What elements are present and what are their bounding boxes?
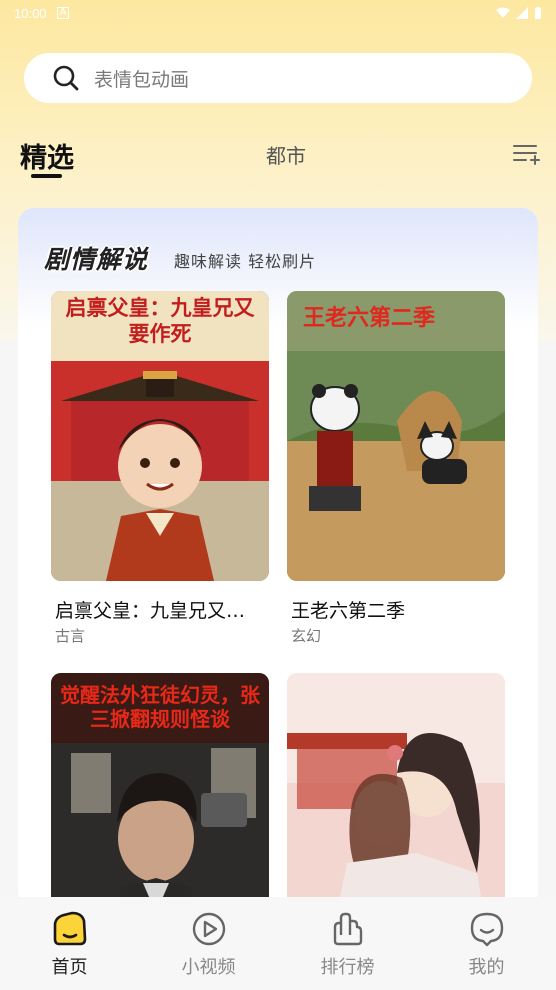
status-time: 10:00	[14, 5, 47, 21]
tab-urban[interactable]: 都市	[266, 140, 306, 169]
search-placeholder: 表情包动画	[94, 68, 190, 91]
profile-face-icon	[470, 912, 503, 947]
video-title: 王老六第二季	[291, 600, 406, 622]
nav-profile[interactable]: 我的	[417, 897, 556, 990]
nav-ranking[interactable]: 排行榜	[278, 897, 417, 990]
drama-commentary-section: 剧情解说 趣味解读 轻松刷片 启禀父皇：九皇兄又要作死 启禀父皇：九皇兄又… 古…	[18, 208, 538, 908]
battery-icon	[535, 6, 541, 19]
search-bar[interactable]: 表情包动画	[24, 53, 532, 103]
video-card[interactable]: 觉醒法外狂徒幻灵，张三掀翻规则怪谈	[51, 673, 269, 908]
video-card[interactable]: 启禀父皇：九皇兄又要作死 启禀父皇：九皇兄又… 古言	[51, 291, 269, 651]
nav-home-label: 首页	[51, 957, 88, 978]
video-card[interactable]	[287, 673, 505, 908]
tab-featured[interactable]: 精选	[20, 136, 74, 175]
video-thumbnail: 王老六第二季	[287, 291, 505, 581]
nav-home[interactable]: 首页	[0, 897, 139, 990]
video-thumbnail: 觉醒法外狂徒幻灵，张三掀翻规则怪谈	[51, 673, 269, 908]
section-subtitle: 趣味解读 轻松刷片	[174, 252, 317, 271]
video-thumbnail: 启禀父皇：九皇兄又要作死	[51, 291, 269, 581]
status-icons	[496, 6, 542, 20]
play-circle-icon	[192, 912, 225, 946]
category-tabs: 精选 都市	[0, 132, 556, 182]
bottom-nav: 首页 小视频 排行榜 我的	[0, 897, 556, 990]
nav-short-video[interactable]: 小视频	[139, 897, 278, 990]
cover-image	[287, 291, 505, 581]
channel-menu-icon[interactable]	[512, 140, 540, 168]
cover-title-text: 觉醒法外狂徒幻灵，张三掀翻规则怪谈	[60, 683, 260, 731]
video-thumbnail	[287, 673, 505, 908]
ranking-hand-icon	[333, 912, 362, 946]
nav-profile-label: 我的	[468, 957, 505, 978]
nav-ranking-label: 排行榜	[320, 957, 375, 978]
wifi-icon	[496, 7, 510, 18]
cover-title-text: 王老六第二季	[303, 305, 436, 331]
home-face-icon	[53, 911, 86, 946]
cover-title-text: 启禀父皇：九皇兄又要作死	[65, 295, 255, 346]
video-genre-tag: 玄幻	[291, 627, 322, 645]
search-icon	[53, 65, 79, 91]
signal-icon	[516, 7, 528, 19]
nav-short-video-label: 小视频	[181, 957, 236, 978]
status-bar: 10:00 A	[0, 0, 556, 26]
video-genre-tag: 古言	[55, 627, 86, 645]
video-title: 启禀父皇：九皇兄又…	[55, 600, 246, 622]
video-card[interactable]: 王老六第二季 王老六第二季 玄幻	[287, 291, 505, 651]
section-title: 剧情解说	[44, 245, 149, 274]
cover-image	[287, 673, 505, 908]
sim-indicator: A	[56, 7, 70, 19]
tab-active-indicator	[31, 174, 62, 178]
